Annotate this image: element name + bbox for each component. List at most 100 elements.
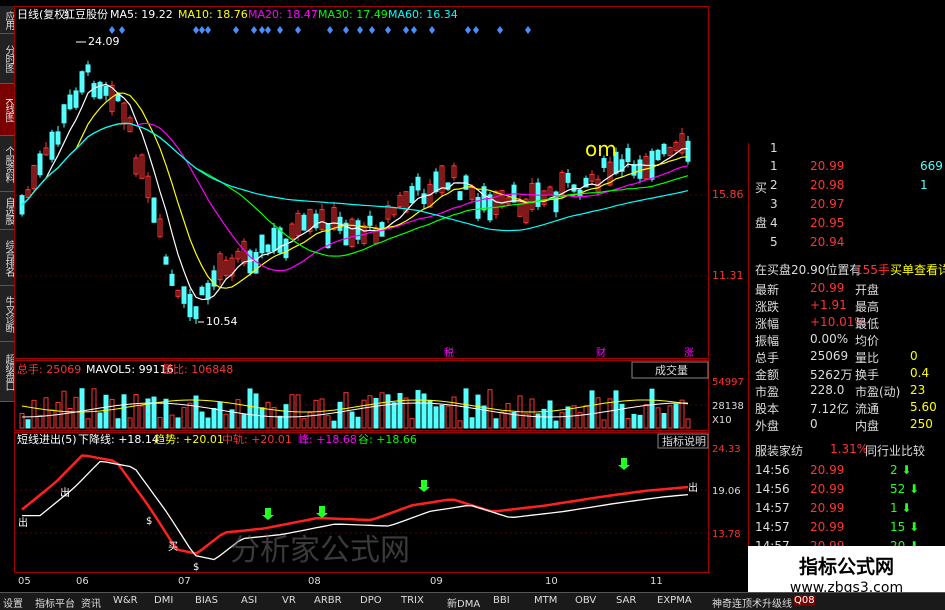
- volume-bar: [331, 420, 337, 429]
- quote-value: 228.0: [810, 383, 845, 397]
- quote-value2: 250: [910, 417, 933, 431]
- watermark-logo-title: 指标公式网: [798, 556, 894, 578]
- left-tab-0[interactable]: 应用: [0, 6, 14, 34]
- signal-diamond: [473, 26, 479, 34]
- low-price-label: 10.54: [206, 315, 238, 328]
- quote-key2: 内盘: [855, 419, 880, 433]
- bottom-tab-5[interactable]: BIAS: [195, 595, 218, 606]
- bottom-tab-16[interactable]: EXPMA: [657, 595, 692, 606]
- signal-diamond: [411, 26, 417, 34]
- event-rise[interactable]: 涨: [684, 347, 694, 359]
- ind-axis-top: 24.33: [712, 444, 741, 455]
- bottom-tab-3[interactable]: W&R: [113, 595, 138, 606]
- panel-row: 金额 5262万 换手 0.4: [750, 365, 945, 382]
- event-finance[interactable]: 财: [596, 346, 606, 359]
- volume-bar: [649, 388, 655, 429]
- x-axis-tick: 06: [76, 576, 89, 587]
- dollar-mark-2: $: [193, 562, 199, 573]
- ind-line3: 中轨: +20.01: [222, 432, 292, 446]
- volume-bar: [265, 401, 271, 429]
- ma30-label: MA30: 17.49: [318, 8, 388, 21]
- candle-body: [265, 244, 271, 253]
- tick-price: 20.99: [810, 501, 845, 515]
- buy-arrow-icon: [316, 506, 328, 518]
- volume-bar: [127, 417, 133, 429]
- buy-level: 1: [770, 159, 778, 173]
- left-tab-1[interactable]: 分时图: [0, 34, 14, 84]
- volume-bar: [115, 418, 121, 429]
- vol-axis-mid: 28138: [712, 401, 744, 412]
- signal-diamond: [385, 26, 391, 34]
- order-notice-volume: 155手: [855, 263, 890, 277]
- price-frame: [14, 6, 709, 359]
- left-tab-2[interactable]: K线图: [0, 84, 14, 136]
- left-tab-3[interactable]: 个股资料: [0, 136, 14, 192]
- quote-key2: 市盈(动): [855, 385, 901, 399]
- panel-row: 14:57 20.99 1 ⬇: [750, 500, 945, 517]
- panel-row: 涨幅 +10.01% 最低: [750, 314, 945, 331]
- bottom-tab-17[interactable]: 神奇连顶术升级线: [712, 595, 792, 610]
- order-notice-button: 买单查看详: [890, 263, 945, 277]
- bottom-tab-6[interactable]: ASI: [241, 595, 257, 606]
- volume-bar: [475, 394, 481, 429]
- bottom-tab-14[interactable]: OBV: [575, 595, 596, 606]
- tick-volume: 1 ⬇: [890, 501, 912, 515]
- svg-text:成交量[interactable]: 成交量: [655, 363, 688, 377]
- tick-price: 20.99: [810, 482, 845, 496]
- vol-ratio: 量比: 106848: [162, 363, 233, 376]
- svg-text:指标说明[interactable]: 指标说明: [662, 434, 706, 448]
- volume-bar: [31, 399, 37, 429]
- candle-body: [37, 153, 43, 176]
- panel-row: 股本 7.12亿 流通 5.60: [750, 399, 945, 416]
- candle-body: [49, 131, 55, 160]
- bottom-tab-8[interactable]: ARBR: [314, 595, 342, 606]
- x-axis: 05 06 07 08 09 10 11: [18, 576, 663, 587]
- bottom-tab-4[interactable]: DMI: [154, 595, 173, 606]
- quote-value: +1.91: [810, 298, 847, 312]
- left-tab-6[interactable]: 牛叉诊断: [0, 286, 14, 342]
- ma5-label: MA5: 19.22: [110, 8, 173, 21]
- bottom-tab-2[interactable]: 资讯: [81, 595, 101, 610]
- buy-level: 5: [770, 235, 778, 249]
- bottom-tab-0[interactable]: 设置: [3, 595, 23, 610]
- panel-row: 市盈 228.0 市盈(动) 23: [750, 382, 945, 399]
- bottom-tab-1[interactable]: 指标平台: [35, 595, 75, 610]
- event-tax[interactable]: 税: [444, 346, 454, 359]
- candle-body: [199, 286, 205, 296]
- left-tab-5[interactable]: 综合排名: [0, 230, 14, 286]
- volume-bar: [601, 419, 607, 429]
- period-label: 日线(复权): [17, 7, 70, 21]
- left-tab-4[interactable]: 自选股: [0, 192, 14, 230]
- volume-bar: [403, 397, 409, 429]
- candle-body: [565, 172, 571, 183]
- candle-body: [481, 186, 487, 211]
- bottom-tab-12[interactable]: BBI: [493, 595, 510, 606]
- candle-body: [625, 148, 631, 163]
- volume-bar: [361, 399, 367, 429]
- panel-row: 14:56 20.99 52 ⬇: [750, 481, 945, 498]
- bottom-tab-10[interactable]: TRIX: [401, 595, 424, 606]
- left-tab-7[interactable]: 超级盘口: [0, 342, 14, 402]
- signal-diamond: [357, 26, 363, 34]
- volume-bar: [553, 420, 559, 429]
- industry-name: 服装家纺: [755, 444, 804, 458]
- volume-bar: [259, 407, 265, 429]
- buy-arrows: [262, 458, 630, 520]
- bottom-tab-7[interactable]: VR: [282, 595, 296, 606]
- volume-bar: [397, 392, 403, 429]
- quote-value2: 0: [910, 349, 918, 363]
- bottom-tab-13[interactable]: MTM: [534, 595, 557, 606]
- candle-body: [67, 94, 73, 110]
- x-axis-tick: 08: [308, 576, 321, 587]
- bottom-tab-11[interactable]: 新DMA: [447, 595, 480, 610]
- volume-bar: [49, 409, 55, 429]
- bottom-tab-15[interactable]: SAR: [616, 595, 636, 606]
- volume-bar: [367, 395, 373, 429]
- bottom-tab-18[interactable]: Q08: [794, 595, 815, 606]
- bottom-tab-9[interactable]: DPO: [360, 595, 382, 606]
- volume-bar: [103, 394, 109, 429]
- panel-row: 买: [750, 178, 945, 195]
- panel-row: 5 20.94: [750, 234, 945, 251]
- volume-bar: [529, 398, 535, 429]
- candle-body: [415, 176, 421, 191]
